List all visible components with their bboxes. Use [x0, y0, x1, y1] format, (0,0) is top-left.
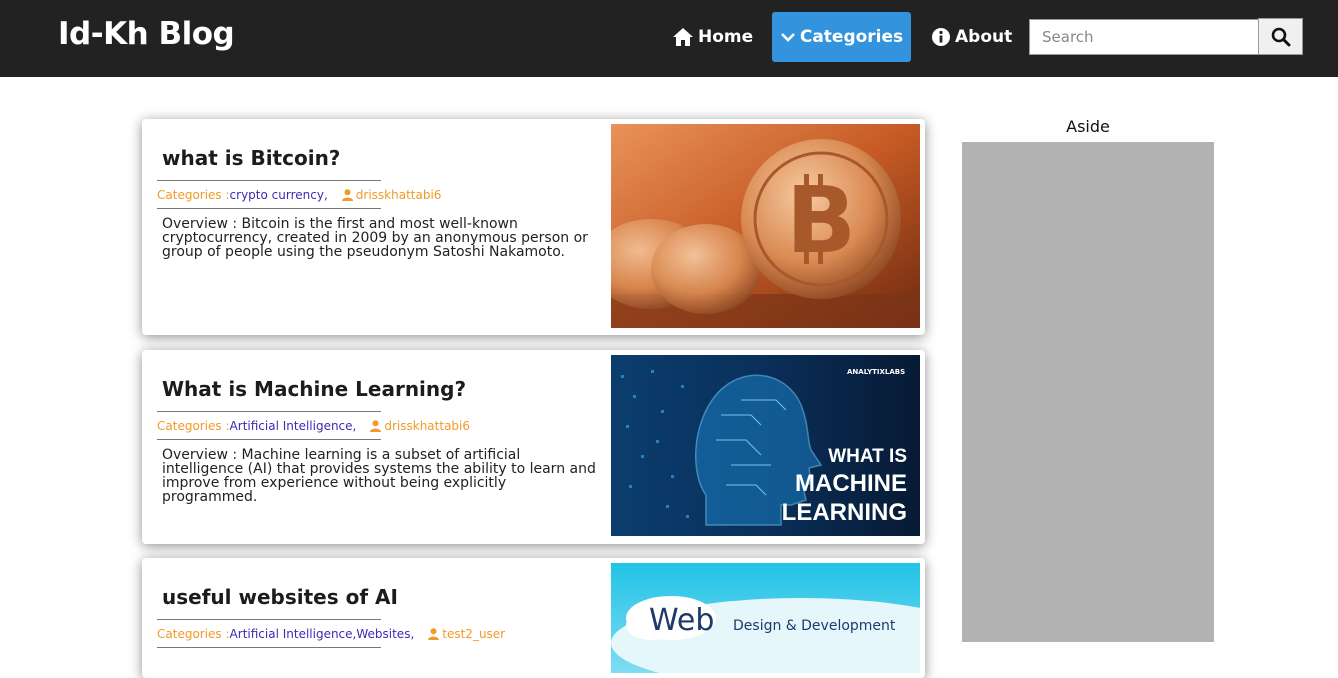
image-text-big: Web — [649, 603, 714, 638]
post-title[interactable]: What is Machine Learning? — [162, 377, 466, 401]
author-name: drisskhattabi6 — [384, 418, 471, 433]
search-button[interactable] — [1258, 18, 1303, 55]
nav-home-label: Home — [698, 27, 754, 47]
nav-home[interactable]: Home — [672, 12, 753, 62]
post-meta: Categories : Artificial Intelligence,Web… — [157, 619, 505, 648]
aside-panel — [962, 142, 1214, 642]
bitcoin-coins-image: B — [611, 124, 920, 328]
post-author[interactable]: drisskhattabi6 — [341, 187, 442, 202]
categories-label: Categories : — [157, 626, 230, 641]
category-link[interactable]: Artificial Intelligence,Websites, — [230, 627, 415, 641]
info-icon — [932, 28, 950, 46]
image-text-line: LEARNING — [782, 499, 907, 526]
category-link[interactable]: Artificial Intelligence, — [230, 419, 357, 433]
categories-label: Categories : — [157, 187, 230, 202]
post-image[interactable]: ANALYTIXLABS WHAT IS MACHINE LEARNING — [611, 355, 920, 536]
aside-title: Aside — [1066, 117, 1110, 136]
post-title[interactable]: useful websites of AI — [162, 585, 398, 609]
post-overview: Overview : Bitcoin is the first and most… — [162, 216, 588, 260]
post-card[interactable]: what is Bitcoin? Categories : crypto cur… — [142, 119, 925, 335]
post-meta: Categories : crypto currency, drisskhatt… — [157, 180, 441, 209]
user-icon — [428, 627, 440, 640]
categories-label: Categories : — [157, 418, 230, 433]
author-name: drisskhattabi6 — [355, 187, 442, 202]
nav-about-label: About — [955, 27, 1013, 47]
search-input[interactable] — [1029, 19, 1259, 55]
nav-categories-label: Categories — [799, 27, 904, 47]
home-icon — [673, 28, 693, 46]
top-navbar: Id-Kh Blog Home Categories About — [0, 0, 1338, 77]
post-image[interactable]: Web Design & Development — [611, 563, 920, 673]
nav-categories[interactable]: Categories — [772, 12, 911, 62]
post-author[interactable]: drisskhattabi6 — [370, 419, 470, 433]
image-text-line: MACHINE — [795, 470, 907, 497]
author-name: test2_user — [442, 626, 506, 641]
post-meta: Categories : Artificial Intelligence, dr… — [157, 411, 470, 440]
web-design-image: Web Design & Development — [611, 563, 920, 673]
post-overview: Overview : Machine learning is a subset … — [162, 447, 596, 505]
chevron-down-icon — [780, 33, 795, 42]
image-brand: ANALYTIXLABS — [847, 368, 905, 376]
post-card[interactable]: useful websites of AI Categories : Artif… — [142, 558, 925, 678]
post-title[interactable]: what is Bitcoin? — [162, 146, 340, 170]
image-text-small: Design & Development — [733, 618, 896, 634]
user-icon — [341, 188, 353, 201]
post-image[interactable]: B — [611, 124, 920, 328]
machine-learning-image: ANALYTIXLABS WHAT IS MACHINE LEARNING — [611, 355, 920, 536]
post-card[interactable]: What is Machine Learning? Categories : A… — [142, 350, 925, 544]
nav-about[interactable]: About — [931, 12, 1012, 62]
search-icon — [1271, 27, 1290, 46]
user-icon — [370, 419, 382, 432]
image-text-line: WHAT IS — [828, 446, 907, 467]
site-brand[interactable]: Id-Kh Blog — [58, 16, 235, 52]
category-link[interactable]: crypto currency, — [230, 188, 328, 202]
post-author[interactable]: test2_user — [428, 627, 505, 641]
